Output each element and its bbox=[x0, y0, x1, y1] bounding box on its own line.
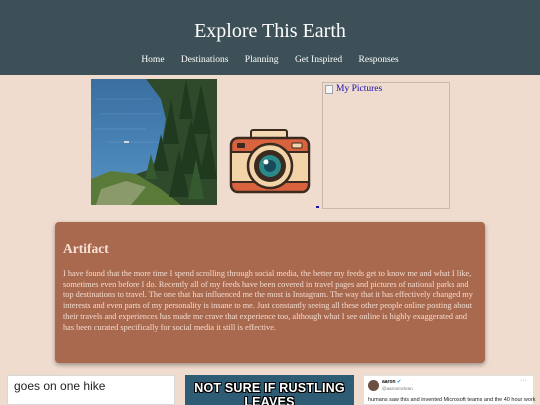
nav-responses[interactable]: Responses bbox=[359, 55, 399, 65]
meme-image: NOT SURE IF RUSTLING LEAVES bbox=[185, 375, 354, 405]
artifact-body: I have found that the more time I spend … bbox=[63, 269, 473, 332]
my-pictures-image[interactable]: My Pictures bbox=[322, 82, 450, 209]
hike-post-image: goes on one hike bbox=[7, 375, 175, 405]
hike-post-text: goes on one hike bbox=[14, 379, 106, 393]
nav-destinations[interactable]: Destinations bbox=[181, 55, 229, 65]
image-alt-text: My Pictures bbox=[336, 84, 383, 94]
tweet-screenshot: aaron ✔ @aaronmclean ··· humans saw this… bbox=[363, 375, 536, 405]
nav-home[interactable]: Home bbox=[141, 55, 164, 65]
artifact-title: Artifact bbox=[63, 241, 109, 256]
nav-planning[interactable]: Planning bbox=[245, 55, 279, 65]
avatar bbox=[368, 380, 379, 391]
artifact-card: Artifact I have found that the more time… bbox=[55, 222, 485, 363]
more-options-icon: ··· bbox=[520, 377, 527, 384]
broken-image-icon bbox=[325, 85, 333, 94]
tweet-text: humans saw this and invented Microsoft t… bbox=[368, 397, 536, 403]
image-link-underline[interactable] bbox=[316, 206, 319, 208]
tweet-author: aaron ✔ bbox=[382, 379, 402, 385]
main-nav: Home Destinations Planning Get Inspired … bbox=[0, 55, 540, 65]
site-title: Explore This Earth bbox=[194, 20, 346, 42]
camera-illustration bbox=[229, 128, 311, 194]
meme-caption: NOT SURE IF RUSTLING LEAVES bbox=[194, 381, 345, 405]
lake-photo bbox=[91, 79, 217, 205]
verified-icon: ✔ bbox=[397, 379, 402, 385]
nav-get-inspired[interactable]: Get Inspired bbox=[295, 55, 342, 65]
site-header: Explore This Earth Home Destinations Pla… bbox=[0, 0, 540, 75]
tweet-handle: @aaronmclean bbox=[382, 386, 413, 391]
